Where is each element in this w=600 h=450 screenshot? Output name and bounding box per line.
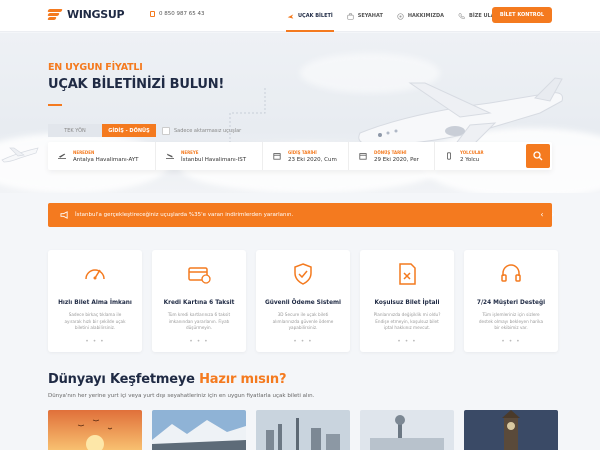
feature-title: Kredi Kartına 6 Taksit — [163, 300, 235, 306]
feature-title: Hızlı Bilet Alma İmkanı — [58, 300, 132, 306]
departure-value: 23 Eki 2020, Cum — [288, 156, 337, 163]
destination-photo-city[interactable] — [256, 410, 350, 450]
search-icon — [533, 151, 543, 161]
tagline-underline — [48, 104, 62, 106]
takeoff-icon — [58, 153, 66, 159]
chevron-left-icon[interactable]: ‹ — [537, 210, 547, 220]
brand-name: WINGSUP — [67, 8, 125, 21]
feature-card: Hızlı Bilet Alma İmkanı Sadece birkaç tı… — [48, 250, 142, 352]
feature-desc: Tüm kredi kartlarınıza 6 taksit imkanınd… — [167, 312, 231, 330]
feature-desc: 3D Secure ile uçak bileti alımlarınızda … — [272, 312, 334, 330]
chevron-right-icon[interactable]: › — [548, 210, 558, 220]
direct-flights-label: Sadece aktarmasız uçuşlar — [174, 127, 242, 134]
destination-label: NEREYE — [181, 149, 199, 155]
calendar-icon — [273, 153, 281, 160]
main-nav: UÇAK BİLETİ SEYAHAT HAKKIMIZDA BİZE ULAŞ… — [280, 0, 511, 32]
feature-desc: Sadece birkaç tıklama ile ayırarak hızlı… — [64, 312, 126, 330]
tab-one-way[interactable]: TEK YÖN — [48, 124, 102, 137]
landing-icon — [166, 153, 174, 159]
hero-tagline-big: UÇAK BİLETİNİZİ BULUN! — [48, 77, 225, 92]
destination-value: İstanbul Havalimanı-IST — [181, 156, 247, 163]
more-dots: • • • — [189, 337, 209, 345]
origin-value: Antalya Havalimanı-AYT — [73, 156, 139, 163]
passengers-label: YOLCULAR — [460, 149, 484, 155]
plane-icon — [287, 13, 294, 19]
destination-photo-tower[interactable] — [360, 410, 454, 450]
promo-text: İstanbul'a gerçekleştireceğiniz uçuşlard… — [75, 212, 294, 218]
feature-card: Koşulsuz Bilet İptali Planlarınızda deği… — [360, 250, 454, 352]
nav-label: UÇAK BİLETİ — [298, 13, 333, 19]
suitcase-icon — [347, 12, 354, 20]
direct-flights-checkbox[interactable] — [162, 126, 170, 135]
return-label: DÖNÜŞ TARİHİ — [374, 149, 407, 155]
more-dots: • • • — [293, 337, 313, 345]
logo[interactable]: WINGSUP — [47, 8, 125, 21]
feature-desc: Tüm işlemleriniz için sizlere destek olm… — [478, 312, 544, 330]
trip-type-tabs: TEK YÖN GİDİŞ - DÖNÜŞ Sadece aktarmasız … — [48, 124, 241, 137]
explore-heading: Dünyayı Keşfetmeye Hazır mısın? — [48, 372, 286, 387]
destination-field[interactable]: NEREYE İstanbul Havalimanı-IST — [155, 142, 262, 170]
destination-photo-clocktower[interactable] — [464, 410, 558, 450]
nav-label: SEYAHAT — [357, 13, 383, 19]
feature-title: Koşulsuz Bilet İptali — [374, 300, 440, 306]
direct-flights-toggle[interactable]: Sadece aktarmasız uçuşlar — [162, 126, 242, 135]
passenger-icon — [447, 152, 451, 160]
flight-path-dashes — [229, 88, 266, 143]
feature-card: Güvenli Ödeme Sistemi 3D Secure ile uçak… — [256, 250, 350, 352]
destination-photos — [48, 410, 558, 450]
phone-icon — [458, 12, 465, 19]
phone-contact[interactable]: 0 850 987 65 43 — [150, 11, 205, 17]
tab-round-trip[interactable]: GİDİŞ - DÖNÜŞ — [102, 124, 156, 137]
headset-icon — [501, 264, 521, 282]
nav-travel[interactable]: SEYAHAT — [340, 0, 390, 32]
phone-number: 0 850 987 65 43 — [159, 11, 205, 17]
hero-tagline-small: EN UYGUN FİYATLI — [48, 62, 143, 73]
departure-label: GİDİŞ TARİHİ — [288, 149, 317, 155]
origin-label: NEREDEN — [73, 149, 95, 155]
feature-card: Kredi Kartına 6 Taksit Tüm kredi kartlar… — [152, 250, 246, 352]
more-dots: • • • — [397, 337, 417, 345]
features-row: Hızlı Bilet Alma İmkanı Sadece birkaç tı… — [48, 250, 558, 352]
return-value: 29 Eki 2020, Per — [374, 156, 419, 163]
more-dots: • • • — [501, 337, 521, 345]
promo-banner[interactable]: İstanbul'a gerçekleştireceğiniz uçuşlard… — [48, 203, 555, 227]
return-date-field[interactable]: DÖNÜŞ TARİHİ 29 Eki 2020, Per — [348, 142, 434, 170]
ticket-check-button[interactable]: BİLET KONTROL — [492, 7, 552, 23]
destination-photo-sunset[interactable] — [48, 410, 142, 450]
search-button[interactable] — [526, 144, 550, 168]
flight-search-form: NEREDEN Antalya Havalimanı-AYT NEREYE İsta… — [48, 142, 552, 170]
info-icon — [397, 12, 404, 20]
departure-date-field[interactable]: GİDİŞ TARİHİ 23 Eki 2020, Cum — [262, 142, 348, 170]
passengers-field[interactable]: YOLCULAR 2 Yolcu — [434, 142, 524, 170]
passengers-value: 2 Yolcu — [460, 156, 480, 163]
explore-title-main: Dünyayı Keşfetmeye — [48, 372, 195, 387]
feature-title: Güvenli Ödeme Sistemi — [264, 300, 342, 306]
calendar-icon — [359, 153, 367, 160]
credit-card-icon — [188, 267, 211, 284]
nav-flight-ticket[interactable]: UÇAK BİLETİ — [280, 0, 340, 32]
phone-icon — [150, 11, 155, 17]
nav-label: HAKKIMIZDA — [407, 13, 445, 19]
destination-photo-mountains[interactable] — [152, 410, 246, 450]
more-dots: • • • — [85, 337, 105, 345]
origin-field[interactable]: NEREDEN Antalya Havalimanı-AYT — [48, 142, 155, 170]
top-header: WINGSUP 0 850 987 65 43 UÇAK BİLETİ SEYA… — [0, 0, 600, 32]
feature-title: 7/24 Müşteri Desteği — [476, 300, 546, 306]
ticket-cancel-icon — [399, 263, 416, 285]
shield-check-icon — [294, 263, 312, 285]
wings-logo-icon — [47, 8, 64, 21]
feature-desc: Planlarınızda değişiklik mi oldu? Endişe… — [373, 312, 441, 330]
nav-about[interactable]: HAKKIMIZDA — [390, 0, 451, 32]
megaphone-icon — [60, 211, 68, 219]
speedometer-icon — [85, 269, 105, 280]
small-airplane-illustration — [1, 147, 39, 163]
explore-title-accent: Hazır mısın? — [199, 372, 287, 387]
feature-card: 7/24 Müşteri Desteği Tüm işlemleriniz iç… — [464, 250, 558, 352]
explore-subtitle: Dünya'nın her yerine yurt içi veya yurt … — [48, 393, 315, 399]
